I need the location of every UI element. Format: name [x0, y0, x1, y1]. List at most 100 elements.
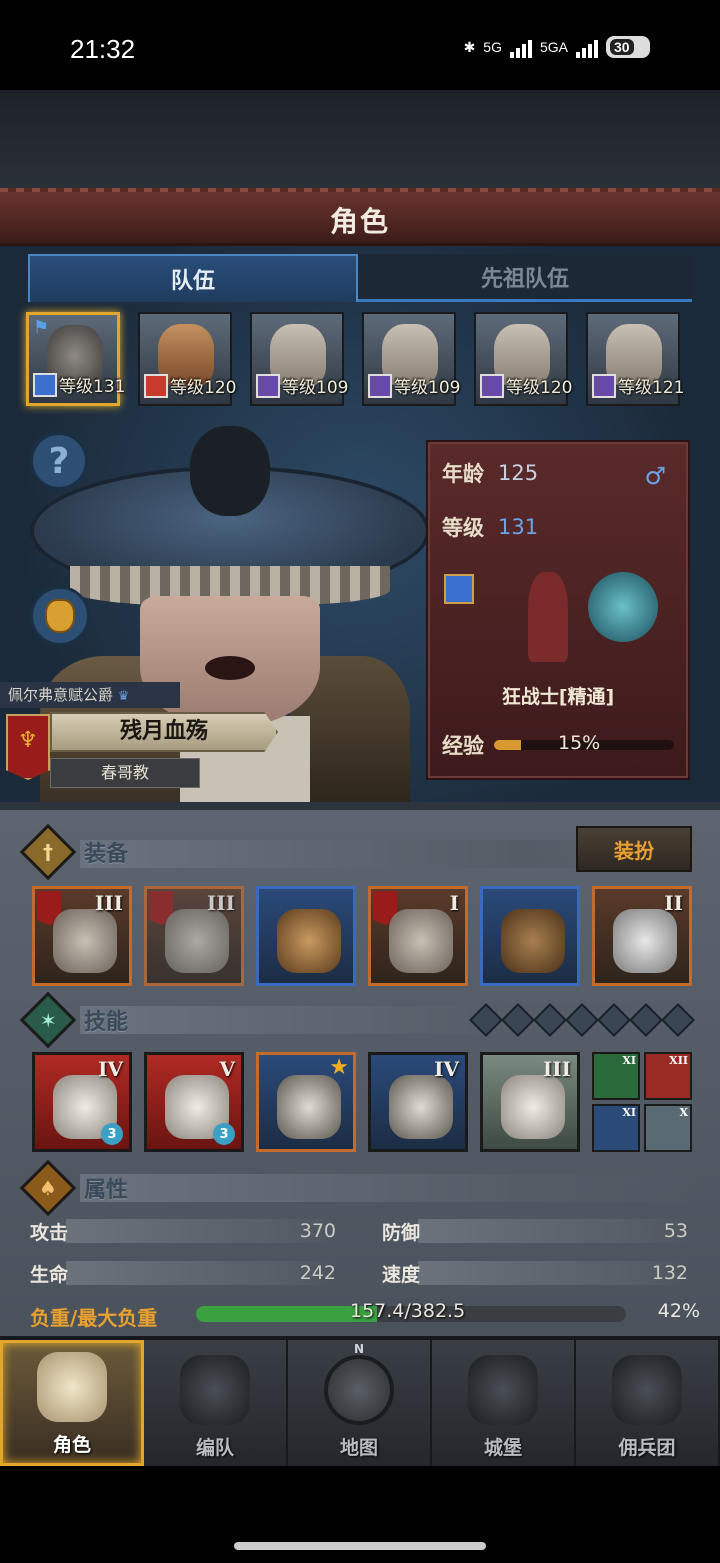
- skill-slot-1[interactable]: IV 3: [32, 1052, 132, 1152]
- equipment-slots: III III I II: [32, 886, 692, 986]
- nav-formation[interactable]: 编队: [144, 1340, 288, 1466]
- passive-skill-1[interactable]: XI: [592, 1052, 640, 1100]
- claw-skill-icon: [277, 1075, 341, 1139]
- hp-value: 242: [299, 1262, 336, 1284]
- tier-label: V: [219, 1057, 235, 1081]
- roster-hero-1[interactable]: ⚑ 等级131: [26, 312, 125, 406]
- equip-slot-weapon[interactable]: III: [32, 886, 132, 986]
- speed-value: 132: [651, 1262, 688, 1284]
- hero-level: 等级121: [618, 378, 685, 398]
- tab-ancestor-team[interactable]: 先祖队伍: [358, 254, 692, 302]
- roster-hero-6[interactable]: 等级121: [586, 312, 684, 406]
- nav-label: 角色: [52, 1434, 91, 1456]
- nav-mercenary[interactable]: 佣兵团: [576, 1340, 720, 1466]
- mercenary-flag-icon: [612, 1355, 682, 1425]
- speed-row: 速度 132: [382, 1258, 688, 1288]
- flag-icon: ⚑: [33, 317, 50, 338]
- helmet-icon: [180, 1355, 250, 1425]
- skill-point-pip: [661, 1003, 695, 1037]
- skills-header: ✶ 技能: [19, 991, 128, 1049]
- roster-hero-5[interactable]: 等级120: [474, 312, 572, 406]
- help-button[interactable]: ?: [30, 432, 88, 490]
- tier-label: II: [664, 891, 683, 915]
- attack-value: 370: [299, 1220, 336, 1242]
- nav-label: 地图: [339, 1437, 378, 1459]
- castle-icon: [468, 1355, 538, 1425]
- class-icon: [144, 374, 168, 398]
- star-burst-icon: ✶: [19, 991, 77, 1049]
- tier-label: XII: [669, 1054, 688, 1067]
- attr-bar: [418, 1219, 688, 1243]
- equip-slot-offhand[interactable]: III: [144, 886, 244, 986]
- xp-percent: 15%: [558, 732, 601, 754]
- passive-skill-3[interactable]: XI: [592, 1104, 640, 1152]
- equip-slot-helmet[interactable]: [256, 886, 356, 986]
- hero-level: 等级109: [394, 378, 461, 398]
- skill-point-pip: [469, 1003, 503, 1037]
- top-band: [0, 90, 720, 188]
- crystal-shield-icon: [501, 1075, 565, 1139]
- hero-level: 等级120: [506, 378, 573, 398]
- skill-slots: IV 3 V3 ★ IV III: [32, 1052, 580, 1152]
- roster-hero-4[interactable]: 等级109: [362, 312, 460, 406]
- hp-row: 生命 242: [30, 1258, 336, 1288]
- hero-level: 等级120: [170, 378, 237, 398]
- equipment-title: 装备: [84, 842, 129, 867]
- class-icon[interactable]: [444, 574, 474, 604]
- hat-top-art: [190, 426, 270, 516]
- berserker-figure: [528, 572, 568, 662]
- skill-slot-5[interactable]: III: [480, 1052, 580, 1152]
- potion-icon: [45, 599, 75, 633]
- network-label-1: 5G: [483, 39, 502, 55]
- character-faith: 春哥教: [50, 758, 200, 788]
- nav-character[interactable]: 角色: [0, 1340, 144, 1466]
- passive-skill-4[interactable]: X: [644, 1104, 692, 1152]
- skill-points: [469, 1003, 695, 1037]
- male-icon: ♂: [644, 462, 666, 490]
- roster-hero-2[interactable]: 等级120: [138, 312, 236, 406]
- stat-card: 年龄 125 ♂ 等级 131 狂战士[精通] 经验 15%: [426, 440, 690, 780]
- signal-icon-2: [576, 36, 598, 58]
- nav-castle[interactable]: 城堡: [432, 1340, 576, 1466]
- weight-percent: 42%: [657, 1300, 700, 1322]
- tab-team[interactable]: 队伍: [28, 254, 358, 302]
- axe-icon: [588, 572, 658, 642]
- class-icon: [368, 374, 392, 398]
- home-indicator[interactable]: [234, 1542, 486, 1550]
- team-tabs: 队伍 先祖队伍: [28, 254, 692, 306]
- details-panel: † 装备 装扮 III III I II ✶ 技能 IV 3 V3 ★ IV II…: [0, 802, 720, 1336]
- equip-slot-armor[interactable]: I: [368, 886, 468, 986]
- hero-level: 等级109: [282, 378, 349, 398]
- mouth-art: [205, 656, 255, 680]
- skill-slot-4[interactable]: IV: [368, 1052, 468, 1152]
- tier-label: IV: [434, 1057, 459, 1081]
- roster-hero-3[interactable]: 等级109: [250, 312, 348, 406]
- character-name[interactable]: 残月血殇: [50, 712, 278, 752]
- skill-slot-3[interactable]: ★: [256, 1052, 356, 1152]
- equip-slot-boots[interactable]: [480, 886, 580, 986]
- system-bottom: [0, 1466, 720, 1563]
- bottom-nav: 角色 编队 N 地图 城堡 佣兵团: [0, 1336, 720, 1466]
- faction-banner-icon: [6, 714, 50, 780]
- network-label-2: 5GA: [539, 39, 568, 55]
- attributes-title: 属性: [84, 1178, 129, 1203]
- gem-badge: 3: [101, 1123, 123, 1145]
- dagger-icon: †: [19, 823, 77, 881]
- gem-badge: 3: [213, 1123, 235, 1145]
- passive-skill-2[interactable]: XII: [644, 1052, 692, 1100]
- nav-map[interactable]: N 地图: [288, 1340, 432, 1466]
- skill-slot-2[interactable]: V3: [144, 1052, 244, 1152]
- star-icon: ★: [329, 1055, 349, 1080]
- crown-icon: ♛: [117, 689, 130, 704]
- equip-slot-accessory[interactable]: II: [592, 886, 692, 986]
- attr-bar: [418, 1261, 688, 1285]
- defense-value: 53: [663, 1220, 688, 1242]
- potion-button[interactable]: [30, 586, 90, 646]
- boots-icon: [501, 909, 565, 973]
- battery-icon: 30: [606, 36, 650, 58]
- dress-up-button[interactable]: 装扮: [576, 826, 692, 872]
- compass-north: N: [353, 1342, 365, 1356]
- defense-label: 防御: [382, 1221, 421, 1244]
- crystal-sword-icon: [389, 1075, 453, 1139]
- knight-icon: [37, 1352, 107, 1422]
